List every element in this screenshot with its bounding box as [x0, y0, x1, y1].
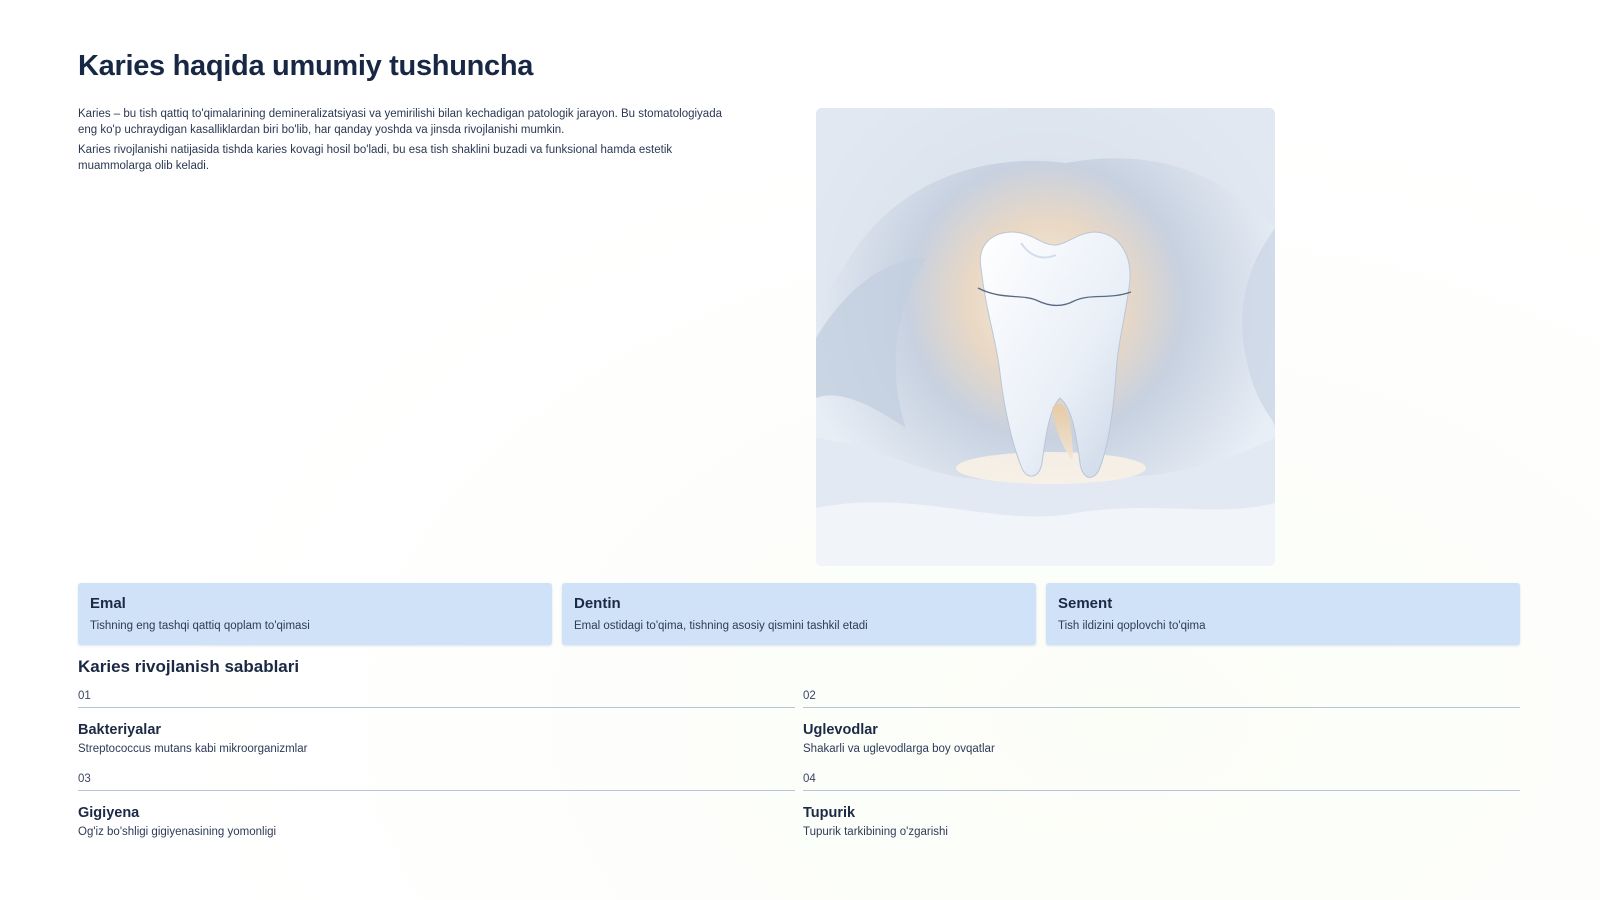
cause-description: Og'iz bo'shligi gigiyenasining yomonligi: [78, 826, 277, 838]
page-title: Karies haqida umumiy tushuncha: [78, 50, 534, 82]
cause-number: 04: [803, 773, 816, 785]
layer-card-sement: Sement Tish ildizini qoplovchi to'qima: [1046, 583, 1520, 645]
cause-title: Gigiyena: [78, 805, 140, 821]
cause-description: Streptococcus mutans kabi mikroorganizml…: [78, 743, 308, 755]
cause-description: Shakarli va uglevodlarga boy ovqatlar: [803, 743, 995, 755]
tooth-icon: [816, 108, 1275, 566]
cause-title: Uglevodlar: [803, 722, 878, 738]
tooth-illustration: [816, 108, 1275, 566]
tooth-layers: Emal Tishning eng tashqi qattiq qoplam t…: [78, 583, 1520, 645]
cause-title: Bakteriyalar: [78, 722, 162, 738]
intro-paragraph: Karies – bu tish qattiq to'qimalarining …: [78, 108, 722, 136]
cause-number: 02: [803, 690, 816, 702]
layer-title: Dentin: [574, 595, 621, 612]
cause-number: 01: [78, 690, 91, 702]
layer-card-dentin: Dentin Emal ostidagi to'qima, tishning a…: [562, 583, 1036, 645]
layer-title: Emal: [90, 595, 126, 612]
intro-paragraph: Karies rivojlanishi natijasida tishda ka…: [78, 144, 673, 172]
causes-heading: Karies rivojlanish sabablari: [78, 657, 300, 676]
layer-title: Sement: [1058, 595, 1113, 612]
layer-description: Emal ostidagi to'qima, tishning asosiy q…: [574, 620, 868, 632]
layer-card-emal: Emal Tishning eng tashqi qattiq qoplam t…: [78, 583, 552, 645]
intro-text: Karies – bu tish qattiq to'qimalarining …: [78, 106, 738, 178]
slide: Karies haqida umumiy tushuncha Karies – …: [0, 0, 1600, 900]
cause-title: Tupurik: [803, 805, 856, 821]
divider: [803, 790, 1520, 791]
cause-number: 03: [78, 773, 91, 785]
layer-description: Tishning eng tashqi qattiq qoplam to'qim…: [90, 620, 310, 632]
divider: [78, 707, 795, 708]
layer-description: Tish ildizini qoplovchi to'qima: [1058, 620, 1206, 632]
divider: [78, 790, 795, 791]
divider: [803, 707, 1520, 708]
cause-description: Tupurik tarkibining o'zgarishi: [803, 826, 948, 838]
